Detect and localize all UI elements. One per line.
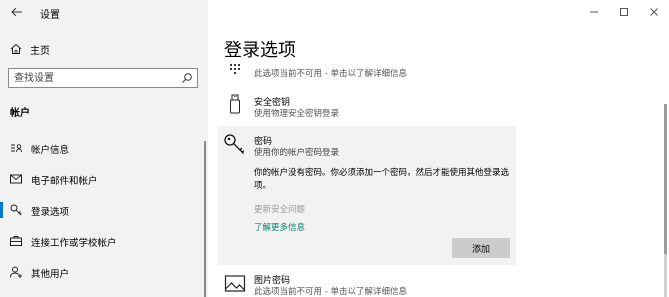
sidebar-item-label: 电子邮件和帐户 <box>31 176 98 187</box>
title-bar: 设置 <box>0 0 208 26</box>
mail-icon <box>10 174 22 184</box>
sidebar-item-account-info[interactable]: 帐户信息 <box>0 136 206 160</box>
person-add-icon <box>10 266 22 278</box>
add-password-button[interactable]: 添加 <box>452 238 510 258</box>
briefcase-icon <box>10 236 22 246</box>
page-title: 登录选项 <box>224 40 296 61</box>
main-scrollbar[interactable] <box>664 104 667 297</box>
pin-option[interactable]: 此选项当前不可用 - 单击以了解详细信息 <box>218 60 515 82</box>
minimize-button[interactable] <box>579 0 609 24</box>
learn-more-link[interactable]: 了解更多信息 <box>254 221 305 233</box>
search-box <box>8 68 198 88</box>
key-icon <box>224 134 245 155</box>
home-nav-item[interactable]: 主页 <box>0 38 208 60</box>
sidebar-scrollbar[interactable] <box>204 141 206 297</box>
password-option-expanded: 密码 使用你的帐户密码登录 你的帐户没有密码。你必须添加一个密码，然后才能使用其… <box>218 126 516 265</box>
section-heading: 帐户 <box>10 108 30 119</box>
main-content: 登录选项 此选项当前不可用 - 单击以了解详细信息 安全密钥 使用物理安全密钥登… <box>208 0 669 297</box>
minimize-icon <box>590 11 598 13</box>
security-key-option[interactable]: 安全密钥 使用物理安全密钥登录 <box>218 92 515 120</box>
update-security-questions-link: 更新安全问题 <box>254 205 306 215</box>
keypad-icon <box>229 63 241 75</box>
back-button[interactable] <box>8 3 26 21</box>
back-arrow-icon <box>11 7 22 17</box>
sidebar-item-sign-in-options[interactable]: 登录选项 <box>0 198 206 222</box>
sidebar-item-label: 其他用户 <box>31 269 70 280</box>
sidebar-item-label: 帐户信息 <box>31 145 70 156</box>
sidebar-item-label: 连接工作或学校帐户 <box>31 238 117 249</box>
sidebar-item-email-accounts[interactable]: 电子邮件和帐户 <box>0 167 206 191</box>
scrollbar-thumb[interactable] <box>664 104 667 254</box>
search-input[interactable] <box>14 71 174 85</box>
security-key-desc: 使用物理安全密钥登录 <box>254 109 340 119</box>
window-controls <box>579 0 669 24</box>
close-button[interactable] <box>639 0 669 24</box>
picture-icon <box>224 275 246 292</box>
sidebar-item-label: 登录选项 <box>31 207 70 218</box>
maximize-button[interactable] <box>609 0 639 24</box>
pin-option-desc: 此选项当前不可用 - 单击以了解详细信息 <box>254 69 407 79</box>
key-icon <box>10 204 22 216</box>
usb-key-icon <box>230 94 240 114</box>
home-label: 主页 <box>30 46 50 57</box>
search-icon[interactable] <box>181 72 193 84</box>
picture-password-option[interactable]: 图片密码 此选项当前不可用 - 单击以了解详细信息 <box>218 270 515 297</box>
picture-password-desc: 此选项当前不可用 - 单击以了解详细信息 <box>254 287 407 297</box>
sidebar-item-other-users[interactable]: 其他用户 <box>0 260 206 284</box>
close-icon <box>650 8 658 16</box>
home-icon <box>10 43 22 54</box>
password-message: 你的帐户没有密码。你必须添加一个密码，然后才能使用其他登录选项。 <box>254 168 510 191</box>
maximize-icon <box>620 8 628 16</box>
sidebar-item-work-school[interactable]: 连接工作或学校帐户 <box>0 229 206 253</box>
app-title: 设置 <box>40 10 60 21</box>
active-indicator <box>0 202 3 218</box>
sidebar: 设置 主页 帐户 帐户信息 电子邮件和帐户 登录选项 连接工作或学校帐户 其他用… <box>0 0 208 297</box>
password-option-desc: 使用你的帐户密码登录 <box>254 148 340 158</box>
person-card-icon <box>11 144 22 153</box>
